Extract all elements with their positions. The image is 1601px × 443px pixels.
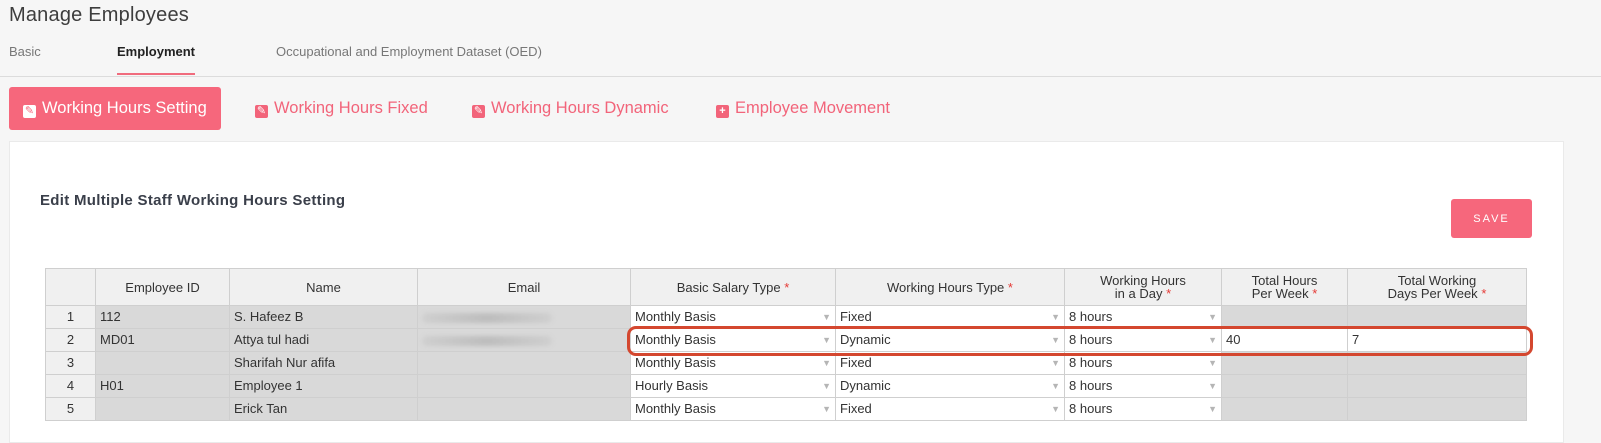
email-cell[interactable] xyxy=(417,328,631,352)
working-hours-type-select[interactable]: Fixed ▼ xyxy=(835,351,1065,375)
total-days-week-cell xyxy=(1347,351,1527,375)
total-hours-week-input[interactable]: 40 xyxy=(1221,328,1348,352)
table-row: 2 MD01 Attya tul hadi Monthly Basis ▼ Dyn… xyxy=(45,328,1527,352)
column-header-employee-id: Employee ID xyxy=(95,268,230,306)
total-hours-week-cell xyxy=(1221,397,1348,421)
blurred-email xyxy=(422,312,552,323)
column-header-total-hours-per-week: Total Hours Per Week * xyxy=(1221,268,1348,306)
dropdown-arrow-icon: ▼ xyxy=(1208,381,1217,391)
name-cell[interactable]: Sharifah Nur afifa xyxy=(229,351,418,375)
employee-id-cell[interactable]: 112 xyxy=(95,305,230,329)
basic-salary-type-select[interactable]: Monthly Basis ▼ xyxy=(630,397,836,421)
email-cell[interactable] xyxy=(417,305,631,329)
employee-id-cell[interactable] xyxy=(95,351,230,375)
column-header-index xyxy=(45,268,96,306)
table-row: 5 Erick Tan Monthly Basis ▼ Fixed ▼ 8 hour… xyxy=(45,397,1527,421)
column-header-name: Name xyxy=(229,268,418,306)
dropdown-arrow-icon: ▼ xyxy=(822,312,831,322)
working-hours-day-select[interactable]: 8 hours ▼ xyxy=(1064,351,1222,375)
edit-icon: ✎ xyxy=(255,105,268,118)
employee-id-cell[interactable]: H01 xyxy=(95,374,230,398)
email-cell[interactable] xyxy=(417,374,631,398)
dropdown-arrow-icon: ▼ xyxy=(822,381,831,391)
dropdown-arrow-icon: ▼ xyxy=(1051,312,1060,322)
dropdown-arrow-icon: ▼ xyxy=(1051,404,1060,414)
email-cell[interactable] xyxy=(417,351,631,375)
edit-icon: ✎ xyxy=(23,105,36,118)
table-row: 3 Sharifah Nur afifa Monthly Basis ▼ Fixe… xyxy=(45,351,1527,375)
row-index: 1 xyxy=(45,305,96,329)
name-cell[interactable]: Erick Tan xyxy=(229,397,418,421)
subtab-working-hours-fixed[interactable]: ✎ Working Hours Fixed xyxy=(255,87,428,130)
tab-basic[interactable]: Basic xyxy=(9,44,41,73)
total-days-week-cell xyxy=(1347,305,1527,329)
row-index: 4 xyxy=(45,374,96,398)
dropdown-arrow-icon: ▼ xyxy=(1208,404,1217,414)
subtab-label: Working Hours Setting xyxy=(42,99,207,117)
column-header-total-working-days-per-week: Total Working Days Per Week * xyxy=(1347,268,1527,306)
working-hours-type-select[interactable]: Fixed ▼ xyxy=(835,397,1065,421)
plus-square-icon: + xyxy=(716,105,729,118)
working-hours-type-select[interactable]: Fixed ▼ xyxy=(835,305,1065,329)
subtab-label: Employee Movement xyxy=(735,99,890,117)
working-hours-day-select[interactable]: 8 hours ▼ xyxy=(1064,328,1222,352)
subtab-label: Working Hours Dynamic xyxy=(491,99,669,117)
working-hours-day-select[interactable]: 8 hours ▼ xyxy=(1064,397,1222,421)
name-cell[interactable]: S. Hafeez B xyxy=(229,305,418,329)
dropdown-arrow-icon: ▼ xyxy=(1051,381,1060,391)
staff-hours-table: Employee ID Name Email Basic Salary Type… xyxy=(45,268,1527,421)
row-index: 2 xyxy=(45,328,96,352)
card-title: Edit Multiple Staff Working Hours Settin… xyxy=(40,192,346,209)
dropdown-arrow-icon: ▼ xyxy=(822,404,831,414)
subtab-employee-movement[interactable]: + Employee Movement xyxy=(716,87,890,130)
save-button[interactable]: SAVE xyxy=(1451,199,1532,238)
main-tabs: Basic Employment Occupational and Employ… xyxy=(0,38,1601,77)
column-header-working-hours-type: Working Hours Type * xyxy=(835,268,1065,306)
working-hours-type-select[interactable]: Dynamic ▼ xyxy=(835,374,1065,398)
total-days-week-cell xyxy=(1347,397,1527,421)
subtab-working-hours-dynamic[interactable]: ✎ Working Hours Dynamic xyxy=(472,87,669,130)
dropdown-arrow-icon: ▼ xyxy=(822,335,831,345)
total-days-week-cell xyxy=(1347,374,1527,398)
name-cell[interactable]: Employee 1 xyxy=(229,374,418,398)
page-title: Manage Employees xyxy=(9,4,189,26)
dropdown-arrow-icon: ▼ xyxy=(1051,358,1060,368)
email-cell[interactable] xyxy=(417,397,631,421)
table-header-row: Employee ID Name Email Basic Salary Type… xyxy=(45,268,1527,306)
dropdown-arrow-icon: ▼ xyxy=(1208,358,1217,368)
column-header-basic-salary-type: Basic Salary Type * xyxy=(630,268,836,306)
edit-icon: ✎ xyxy=(472,105,485,118)
column-header-working-hours-in-a-day: Working Hours in a Day * xyxy=(1064,268,1222,306)
basic-salary-type-select[interactable]: Monthly Basis ▼ xyxy=(630,351,836,375)
total-days-week-input[interactable]: 7 xyxy=(1347,328,1527,352)
total-hours-week-cell xyxy=(1221,351,1348,375)
tab-employment[interactable]: Employment xyxy=(117,44,196,75)
total-hours-week-cell xyxy=(1221,305,1348,329)
dropdown-arrow-icon: ▼ xyxy=(822,358,831,368)
row-index: 3 xyxy=(45,351,96,375)
name-cell[interactable]: Attya tul hadi xyxy=(229,328,418,352)
table-row: 4 H01 Employee 1 Hourly Basis ▼ Dynamic ▼ … xyxy=(45,374,1527,398)
employee-id-cell[interactable] xyxy=(95,397,230,421)
working-hours-day-select[interactable]: 8 hours ▼ xyxy=(1064,374,1222,398)
column-header-email: Email xyxy=(417,268,631,306)
employee-id-cell[interactable]: MD01 xyxy=(95,328,230,352)
working-hours-type-select[interactable]: Dynamic ▼ xyxy=(835,328,1065,352)
subtab-label: Working Hours Fixed xyxy=(274,99,428,117)
total-hours-week-cell xyxy=(1221,374,1348,398)
basic-salary-type-select[interactable]: Monthly Basis ▼ xyxy=(630,328,836,352)
dropdown-arrow-icon: ▼ xyxy=(1208,312,1217,322)
basic-salary-type-select[interactable]: Hourly Basis ▼ xyxy=(630,374,836,398)
working-hours-day-select[interactable]: 8 hours ▼ xyxy=(1064,305,1222,329)
basic-salary-type-select[interactable]: Monthly Basis ▼ xyxy=(630,305,836,329)
dropdown-arrow-icon: ▼ xyxy=(1208,335,1217,345)
subtab-working-hours-setting[interactable]: ✎ Working Hours Setting xyxy=(9,87,221,130)
tab-oed[interactable]: Occupational and Employment Dataset (OED… xyxy=(276,44,542,73)
blurred-email xyxy=(422,335,552,346)
dropdown-arrow-icon: ▼ xyxy=(1051,335,1060,345)
table-row: 1 112 S. Hafeez B Monthly Basis ▼ Fixed ▼ … xyxy=(45,305,1527,329)
row-index: 5 xyxy=(45,397,96,421)
